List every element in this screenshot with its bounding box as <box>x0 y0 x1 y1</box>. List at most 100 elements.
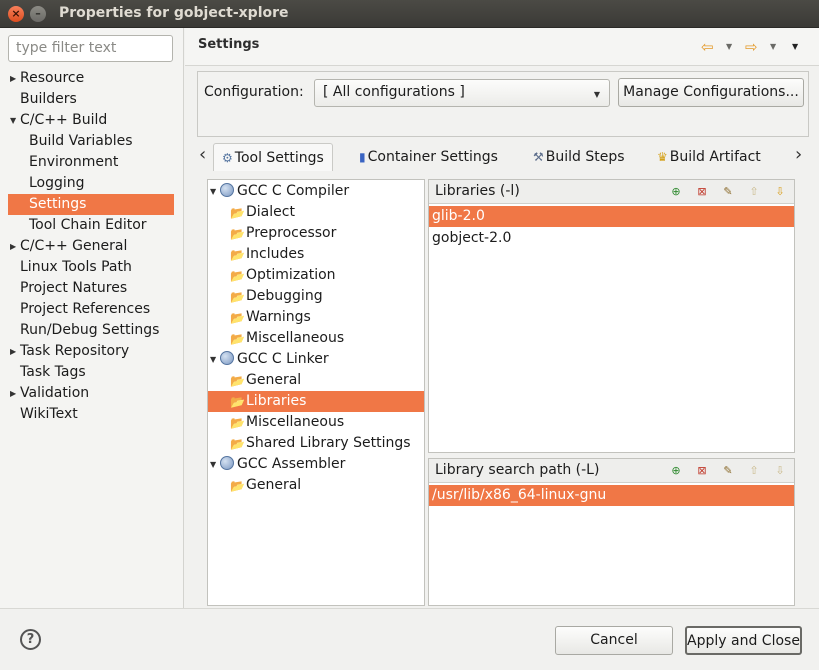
tree-node-label: Dialect <box>246 204 295 220</box>
tab-label: Build Steps <box>545 149 625 165</box>
sidebar-item-resource[interactable]: ▶ Resource <box>8 68 174 89</box>
sidebar-item-run-debug-settings[interactable]: Run/Debug Settings <box>8 320 174 341</box>
option-folder-icon: 📂 <box>230 479 245 493</box>
tree-tool-node[interactable]: ▼ GCC C Linker <box>210 349 329 370</box>
tree-node-label: Includes <box>246 246 305 262</box>
tab-tool-settings[interactable]: ⚙ Tool Settings <box>213 143 333 171</box>
configuration-select[interactable]: [ All configurations ] ▼ <box>314 79 610 107</box>
cancel-button[interactable]: Cancel <box>555 626 673 655</box>
sidebar-item-task-tags[interactable]: Task Tags <box>8 362 174 383</box>
apply-and-close-button[interactable]: Apply and Close <box>685 626 802 655</box>
tool-gear-icon <box>220 351 234 365</box>
tree-tool-node[interactable]: ▼ GCC Assembler <box>210 454 345 475</box>
add-icon[interactable]: ⊕ <box>668 184 684 200</box>
tree-option-node[interactable]: 📂Shared Library Settings <box>230 433 411 454</box>
window-minimize-button[interactable]: – <box>30 6 46 22</box>
collapsed-arrow-icon[interactable]: ▶ <box>10 236 16 257</box>
add-icon[interactable]: ⊕ <box>668 463 684 479</box>
move-down-icon[interactable]: ⇩ <box>772 184 788 200</box>
collapsed-arrow-icon[interactable]: ▶ <box>10 341 16 362</box>
sidebar-item-environment[interactable]: Environment <box>8 152 174 173</box>
list-item[interactable]: gobject-2.0 <box>429 228 794 249</box>
list-item[interactable]: glib-2.0 <box>429 206 794 227</box>
option-folder-icon: 📂 <box>230 332 245 346</box>
collapsed-arrow-icon[interactable]: ▶ <box>10 68 16 89</box>
tab-scroll-left-icon[interactable]: ‹ <box>199 144 206 165</box>
sidebar-item-validation[interactable]: ▶ Validation <box>8 383 174 404</box>
move-down-icon[interactable]: ⇩ <box>772 463 788 479</box>
move-up-icon[interactable]: ⇧ <box>746 184 762 200</box>
move-up-icon[interactable]: ⇧ <box>746 463 762 479</box>
delete-icon[interactable]: ⊠ <box>694 184 710 200</box>
expanded-arrow-icon[interactable]: ▼ <box>10 110 16 131</box>
option-folder-icon: 📂 <box>230 311 245 325</box>
sidebar-item-c-c-build[interactable]: ▼ C/C++ Build <box>8 110 174 131</box>
option-folder-icon: 📂 <box>230 269 245 283</box>
sidebar-item-label: WikiText <box>20 406 78 422</box>
sidebar-item-task-repository[interactable]: ▶ Task Repository <box>8 341 174 362</box>
option-folder-icon: 📂 <box>230 437 245 451</box>
tree-option-node[interactable]: 📂Miscellaneous <box>230 412 344 433</box>
manage-configurations-button[interactable]: Manage Configurations... <box>618 78 804 107</box>
tree-node-label: Preprocessor <box>246 225 337 241</box>
chevron-down-icon[interactable]: ▼ <box>770 42 776 51</box>
chevron-down-icon: ▼ <box>593 90 600 99</box>
tree-option-node[interactable]: 📂Debugging <box>230 286 323 307</box>
tab-scroll-right-icon[interactable]: › <box>795 144 802 165</box>
tree-option-node[interactable]: 📂Warnings <box>230 307 311 328</box>
sidebar-item-tool-chain-editor[interactable]: Tool Chain Editor <box>8 215 174 236</box>
tree-option-node[interactable]: 📂Dialect <box>230 202 295 223</box>
list-item[interactable]: /usr/lib/x86_64-linux-gnu <box>429 485 794 506</box>
window-close-button[interactable]: × <box>8 6 24 22</box>
tree-node-label: Debugging <box>246 288 323 304</box>
tree-option-node[interactable]: 📂General <box>230 370 301 391</box>
expanded-arrow-icon[interactable]: ▼ <box>210 349 220 370</box>
option-folder-icon: 📂 <box>230 248 245 262</box>
tab-bar: ‹ ⚙ Tool Settings ▮ Container Settings ⚒ Bu… <box>197 141 817 171</box>
option-folder-icon: 📂 <box>230 395 245 409</box>
sidebar-item-settings[interactable]: Settings <box>8 194 174 215</box>
tree-option-node[interactable]: 📂Optimization <box>230 265 336 286</box>
help-icon[interactable]: ? <box>20 629 41 650</box>
sidebar-item-wikitext[interactable]: WikiText <box>8 404 174 425</box>
tree-option-node[interactable]: 📂Miscellaneous <box>230 328 344 349</box>
sidebar-item-project-references[interactable]: Project References <box>8 299 174 320</box>
expanded-arrow-icon[interactable]: ▼ <box>210 454 220 475</box>
sidebar-item-build-variables[interactable]: Build Variables <box>8 131 174 152</box>
sidebar-item-builders[interactable]: Builders <box>8 89 174 110</box>
view-menu-icon[interactable]: ▼ <box>792 42 798 51</box>
tab-container-settings[interactable]: ▮ Container Settings <box>359 143 498 171</box>
forward-arrow-icon[interactable]: ⇨ <box>745 38 758 56</box>
sidebar-item-label: Logging <box>29 175 85 191</box>
tree-option-node[interactable]: 📂Preprocessor <box>230 223 336 244</box>
sidebar-item-label: Resource <box>20 70 85 86</box>
sidebar-item-label: C/C++ Build <box>20 112 108 128</box>
chevron-down-icon[interactable]: ▼ <box>726 42 732 51</box>
expanded-arrow-icon[interactable]: ▼ <box>210 181 220 202</box>
tab-build-steps[interactable]: ⚒ Build Steps <box>533 143 625 171</box>
sidebar-item-linux-tools-path[interactable]: Linux Tools Path <box>8 257 174 278</box>
sidebar-item-label: Validation <box>20 385 90 401</box>
sidebar-item-label: Builders <box>20 91 77 107</box>
sidebar-item-project-natures[interactable]: Project Natures <box>8 278 174 299</box>
delete-icon[interactable]: ⊠ <box>694 463 710 479</box>
container-icon: ▮ <box>359 150 366 164</box>
edit-icon[interactable]: ✎ <box>720 184 736 200</box>
tree-node-label: General <box>246 477 302 493</box>
tool-gear-icon <box>220 456 234 470</box>
sidebar-item-c-c-general[interactable]: ▶ C/C++ General <box>8 236 174 257</box>
edit-icon[interactable]: ✎ <box>720 463 736 479</box>
back-arrow-icon[interactable]: ⇦ <box>701 38 714 56</box>
tree-option-node[interactable]: 📂General <box>230 475 301 496</box>
tab-build-artifact[interactable]: ♛ Build Artifact <box>657 143 761 171</box>
libraries-panel-title: Libraries (-l) <box>435 183 520 199</box>
collapsed-arrow-icon[interactable]: ▶ <box>10 383 16 404</box>
tree-option-node[interactable]: 📂Libraries <box>208 391 424 412</box>
library-search-path-panel: Library search path (-L) ⊕ ⊠ ✎ ⇧ ⇩ /usr/… <box>428 458 795 606</box>
tree-node-label: GCC C Linker <box>237 351 329 367</box>
filter-input[interactable]: type filter text <box>8 35 173 62</box>
tree-tool-node[interactable]: ▼ GCC C Compiler <box>210 181 349 202</box>
sidebar-item-logging[interactable]: Logging <box>8 173 174 194</box>
tree-option-node[interactable]: 📂Includes <box>230 244 304 265</box>
sidebar-item-label: Run/Debug Settings <box>20 322 160 338</box>
